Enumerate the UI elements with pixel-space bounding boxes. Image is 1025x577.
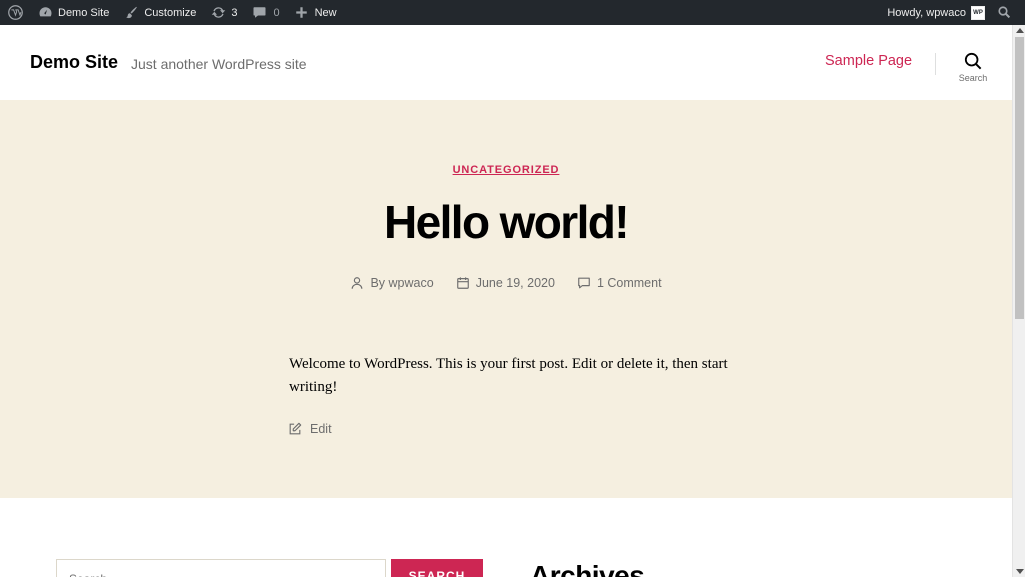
category-link[interactable]: UNCATEGORIZED [453,164,560,176]
wordpress-logo-icon [7,5,23,21]
search-icon [964,52,982,70]
page-scrollbar[interactable] [1012,25,1025,577]
archives-widget-title: Archives [530,560,645,577]
comment-icon [578,277,590,289]
post-content: Welcome to WordPress. This is your first… [289,356,728,395]
admin-bar: Demo Site Customize 3 0 New Howdy, wpwac… [0,0,1025,25]
post-title: Hello world! [383,196,630,248]
site-header: Demo Site Just another WordPress site Sa… [0,25,1012,100]
updates-icon [210,5,226,21]
new-label: New [314,6,337,19]
scrollbar-thumb[interactable] [1015,37,1024,319]
site-name-menu[interactable]: Demo Site [30,0,116,25]
site-name-label: Demo Site [58,6,110,19]
user-icon [352,277,363,289]
updates-count: 3 [231,6,238,19]
site-title[interactable]: Demo Site [30,52,118,73]
search-label: Search [958,73,988,83]
comments-link[interactable]: 0 [244,0,286,25]
calendar-icon [456,277,469,289]
edit-post-link[interactable]: Edit [288,422,332,436]
post-comments[interactable]: 1 Comment [577,276,662,290]
scroll-up-arrow-icon[interactable] [1016,28,1024,33]
nav-item-sample-page[interactable]: Sample Page [825,53,912,69]
footer-widgets: Search … SEARCH Archives [0,498,1012,577]
wordpress-menu[interactable] [0,0,30,25]
site-description: Just another WordPress site [131,56,307,72]
brush-icon [123,5,139,21]
admin-search[interactable] [991,0,1025,25]
howdy-label: Howdy, wpwaco [887,6,966,19]
customize-link[interactable]: Customize [116,0,203,25]
new-content-menu[interactable]: New [287,0,344,25]
widget-search-button[interactable]: SEARCH [391,559,483,577]
dashboard-icon [37,5,53,21]
post-comments-label: 1 Comment [596,276,662,290]
post-author[interactable]: By wpwaco [350,276,434,290]
header-divider [935,53,936,75]
post-category: UNCATEGORIZED [0,160,1012,178]
search-toggle-button[interactable]: Search [955,52,991,83]
customize-label: Customize [144,6,197,19]
edit-label: Edit [310,422,332,436]
updates-link[interactable]: 3 [203,0,244,25]
my-account-menu[interactable]: Howdy, wpwaco WP [880,0,991,25]
post-meta: By wpwaco June 19, 2020 1 Comment [0,276,1012,290]
avatar: WP [971,5,985,20]
widget-search-input[interactable]: Search … [56,559,386,577]
post-date[interactable]: June 19, 2020 [456,276,555,290]
plus-icon [294,5,310,21]
comment-bubble-icon [251,5,267,21]
scroll-down-arrow-icon[interactable] [1016,569,1024,574]
post-date-label: June 19, 2020 [475,276,555,290]
comments-count: 0 [273,6,280,19]
edit-icon [289,422,302,435]
post-hero: UNCATEGORIZED Hello world! By wpwaco Jun… [0,100,1012,498]
post-author-label: By wpwaco [370,276,434,290]
search-icon [996,5,1012,21]
